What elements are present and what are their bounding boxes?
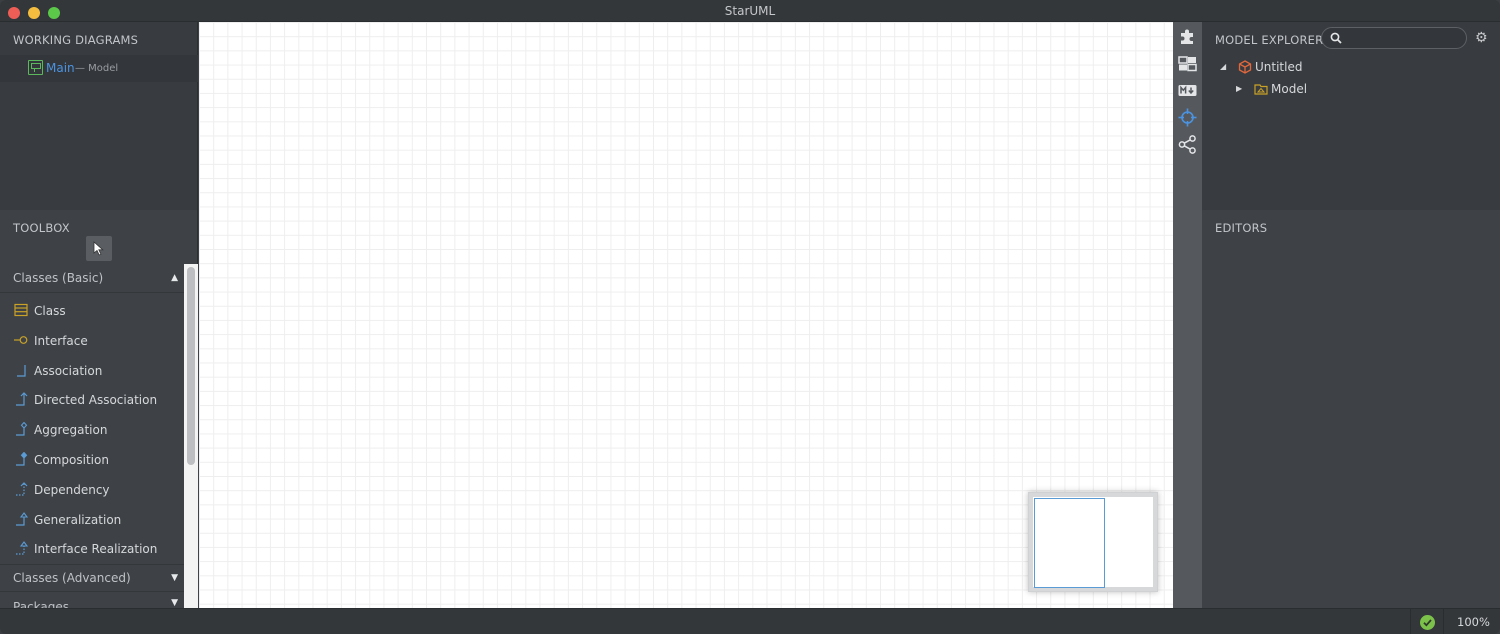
diagram-name: Main bbox=[46, 61, 75, 75]
title-bar: StarUML bbox=[0, 0, 1500, 22]
collapse-icon: ▲ bbox=[171, 273, 178, 283]
tool-composition[interactable]: Composition bbox=[0, 445, 184, 475]
class-icon bbox=[14, 303, 28, 317]
tool-label: Class bbox=[34, 304, 66, 318]
tree-node-label: Model bbox=[1271, 82, 1308, 96]
group-label: Packages bbox=[13, 600, 69, 608]
group-classes-advanced[interactable]: Classes (Advanced) ▼ bbox=[0, 564, 184, 592]
tool-label: Interface bbox=[34, 333, 88, 348]
tool-dependency[interactable]: Dependency bbox=[0, 475, 184, 505]
dependency-icon bbox=[16, 481, 28, 496]
status-divider bbox=[1410, 609, 1411, 634]
cursor-icon bbox=[93, 241, 104, 256]
model-explorer-panel: MODEL EXPLORER ⚙ ◢ Untitled ▶ Model bbox=[1202, 22, 1500, 210]
tool-label: Directed Association bbox=[34, 393, 158, 408]
tool-directed-association[interactable]: Directed Association bbox=[0, 385, 184, 415]
model-explorer-search-input[interactable] bbox=[1321, 27, 1467, 49]
association-icon bbox=[17, 364, 26, 377]
app-window: StarUML WORKING DIAGRAMS Main — Model TO… bbox=[0, 0, 1500, 634]
diagram-canvas[interactable] bbox=[199, 22, 1173, 608]
minimap[interactable] bbox=[1028, 492, 1158, 592]
tool-label: Composition bbox=[34, 452, 109, 467]
status-divider bbox=[1443, 609, 1444, 634]
extensions-puzzle-icon[interactable] bbox=[1178, 27, 1197, 46]
minimap-viewport[interactable] bbox=[1034, 498, 1105, 588]
expanded-arrow-icon: ◢ bbox=[1220, 62, 1227, 71]
tool-label: Association bbox=[34, 363, 103, 378]
toolbox-title: TOOLBOX bbox=[13, 221, 70, 235]
checkmark-icon bbox=[1423, 619, 1432, 627]
tool-generalization[interactable]: Generalization bbox=[0, 505, 184, 535]
project-icon bbox=[1238, 60, 1252, 74]
tool-label: Aggregation bbox=[34, 423, 108, 438]
model-package-icon bbox=[1254, 84, 1268, 95]
group-label: Classes (Basic) bbox=[13, 271, 104, 285]
select-tool-button[interactable] bbox=[86, 236, 112, 261]
layout-panels-icon[interactable] bbox=[1178, 54, 1197, 73]
working-diagrams-panel: WORKING DIAGRAMS Main — Model bbox=[0, 22, 198, 210]
interface-icon bbox=[14, 335, 28, 344]
diagram-owner: — Model bbox=[75, 63, 119, 74]
working-diagrams-title: WORKING DIAGRAMS bbox=[13, 33, 139, 47]
tool-label: Interface Realization bbox=[34, 542, 158, 557]
toolbox-panel: TOOLBOX Classes (Basic) ▲ Class Interfac… bbox=[0, 210, 198, 608]
editors-title: EDITORS bbox=[1215, 221, 1268, 235]
composition-icon bbox=[16, 451, 28, 466]
tree-node-project[interactable]: ◢ Untitled bbox=[1220, 59, 1340, 77]
toolbox-scrollbar[interactable] bbox=[184, 264, 198, 608]
expand-icon: ▼ bbox=[171, 573, 178, 583]
group-label: Classes (Advanced) bbox=[13, 571, 131, 585]
group-classes-basic[interactable]: Classes (Basic) ▲ bbox=[0, 265, 184, 293]
tool-list: Class Interface Association Directed Ass… bbox=[0, 296, 184, 564]
zoom-level[interactable]: 100% bbox=[1457, 615, 1490, 629]
scrollbar-thumb[interactable] bbox=[187, 267, 195, 465]
tool-label: Dependency bbox=[34, 482, 110, 497]
navigator-crosshair-icon[interactable] bbox=[1178, 108, 1197, 127]
validation-ok-icon[interactable] bbox=[1420, 615, 1435, 630]
status-bar: 100% bbox=[0, 608, 1500, 634]
tool-association[interactable]: Association bbox=[0, 356, 184, 386]
working-diagram-item[interactable]: Main — Model bbox=[0, 55, 198, 82]
aggregation-icon bbox=[16, 422, 28, 436]
tool-class[interactable]: Class bbox=[0, 296, 184, 326]
tree-node-model[interactable]: ▶ Model bbox=[1236, 81, 1356, 99]
interface-realization-icon bbox=[16, 541, 28, 555]
side-icon-bar bbox=[1173, 22, 1202, 608]
tool-aggregation[interactable]: Aggregation bbox=[0, 415, 184, 445]
editors-panel: EDITORS bbox=[1202, 210, 1500, 608]
search-icon bbox=[1330, 32, 1342, 44]
class-diagram-icon bbox=[28, 60, 43, 75]
collapsed-arrow-icon: ▶ bbox=[1236, 84, 1243, 93]
model-explorer-title: MODEL EXPLORER bbox=[1215, 33, 1324, 47]
window-title: StarUML bbox=[724, 4, 776, 18]
tool-label: Generalization bbox=[34, 512, 122, 527]
tool-interface[interactable]: Interface bbox=[0, 326, 184, 356]
tree-node-label: Untitled bbox=[1255, 60, 1303, 74]
markdown-icon[interactable] bbox=[1178, 81, 1197, 100]
expand-icon: ▼ bbox=[171, 598, 178, 608]
directed-association-icon bbox=[16, 392, 28, 406]
group-packages[interactable]: Packages ▼ bbox=[0, 594, 184, 608]
share-nodes-icon[interactable] bbox=[1178, 135, 1197, 154]
gear-icon[interactable]: ⚙ bbox=[1475, 31, 1489, 45]
tool-interface-realization[interactable]: Interface Realization bbox=[0, 534, 184, 564]
generalization-icon bbox=[16, 511, 28, 526]
